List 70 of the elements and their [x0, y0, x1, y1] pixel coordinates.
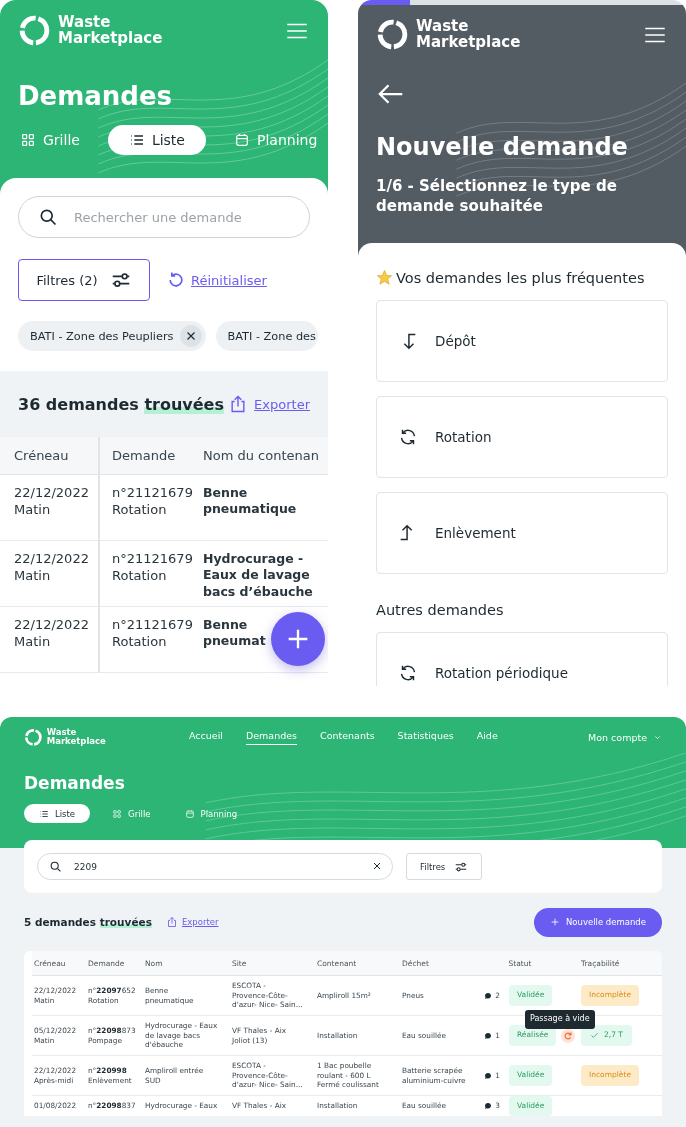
reset-link[interactable]: Réinitialiser	[191, 272, 267, 288]
request-type-label: Dépôt	[435, 333, 476, 349]
request-type-label: Rotation périodique	[435, 665, 568, 681]
view-tab[interactable]: Planning	[172, 804, 250, 823]
column-header: Demande	[100, 437, 189, 475]
star-icon	[376, 269, 393, 286]
calendar-icon	[184, 808, 195, 819]
list-icon	[128, 132, 145, 148]
filters-button[interactable]: Filtres (2)	[18, 259, 150, 301]
nav-link[interactable]: Aide	[476, 729, 498, 745]
table-cell: 22/12/2022 Matin	[0, 475, 100, 541]
logo-text: Waste Marketplace	[58, 14, 164, 47]
new-request-button[interactable]: Nouvelle demande	[534, 907, 662, 937]
request-type-card[interactable]: Rotation périodique	[376, 632, 668, 686]
comment-icon	[484, 991, 493, 1000]
comment-icon	[484, 1102, 493, 1110]
comment-icon	[484, 1031, 493, 1040]
close-icon	[371, 860, 383, 872]
comment-icon	[484, 1071, 493, 1080]
results-count: 5 demandes trouvées	[24, 916, 152, 928]
logo-icon	[376, 18, 409, 51]
nav-link[interactable]: Statistiques	[397, 729, 454, 745]
step-subtitle: 1/6 - Sélectionnez le type de demande souhaitée	[376, 177, 618, 216]
request-type-card[interactable]: Dépôt	[376, 300, 668, 382]
plus-icon	[550, 917, 560, 927]
nav-link[interactable]: Contenants	[320, 729, 375, 745]
view-tab[interactable]: Liste	[107, 125, 206, 155]
export-link[interactable]: Exporter	[181, 917, 219, 927]
request-type-card[interactable]: Rotation	[376, 396, 668, 478]
grid-icon	[20, 132, 36, 148]
view-tab[interactable]: Grille	[6, 125, 94, 155]
column-header: Nom du contenan	[189, 437, 328, 475]
page-title: Demandes	[18, 81, 174, 111]
request-type-label: Rotation	[435, 429, 492, 445]
nav-link[interactable]: Accueil	[189, 729, 223, 745]
view-tab[interactable]: Liste	[24, 804, 91, 823]
column-header: Créneau	[0, 437, 100, 475]
request-type-card[interactable]: Enlèvement	[376, 492, 668, 574]
view-tab[interactable]: Grille	[100, 804, 163, 823]
nav-link[interactable]: Demandes	[245, 729, 298, 745]
logo-icon	[24, 727, 43, 747]
filters-button[interactable]: Filtres	[406, 853, 483, 880]
list-icon	[39, 808, 49, 819]
remove-chip-button[interactable]	[179, 325, 202, 347]
table-cell: 22/12/2022 Matin	[0, 541, 100, 607]
chip-label: BATI - Zone des	[227, 329, 316, 343]
section-title: Autres demandes	[376, 602, 505, 618]
table-cell: 22/12/2022 Matin	[0, 607, 100, 673]
view-tab[interactable]: Planning	[220, 125, 328, 155]
search-icon	[49, 860, 62, 873]
results-count: 36 demandes trouvées	[18, 394, 224, 414]
tooltip: Passage à vide	[525, 1010, 595, 1029]
page-title: Nouvelle demande	[376, 133, 629, 161]
account-menu[interactable]: Mon compte	[588, 731, 647, 743]
section-title: Vos demandes les plus fréquentes	[396, 269, 645, 286]
chip-label: BATI - Zone des Peupliers	[30, 329, 174, 343]
export-link[interactable]: Exporter	[254, 396, 310, 412]
reset-icon	[166, 270, 186, 290]
grid-icon	[112, 808, 123, 819]
page-title: Demandes	[24, 773, 126, 793]
search-field[interactable]: 2209	[37, 853, 393, 880]
logo-icon	[18, 14, 51, 47]
calendar-icon	[234, 132, 250, 148]
check-icon	[590, 1031, 599, 1040]
search-icon	[38, 207, 58, 227]
logo-text: Waste Marketplace	[46, 728, 107, 746]
request-type-label: Enlèvement	[435, 525, 516, 541]
logo-text: Waste Marketplace	[416, 18, 522, 51]
export-icon	[165, 916, 178, 928]
search-field[interactable]: Rechercher une demande	[18, 196, 310, 238]
